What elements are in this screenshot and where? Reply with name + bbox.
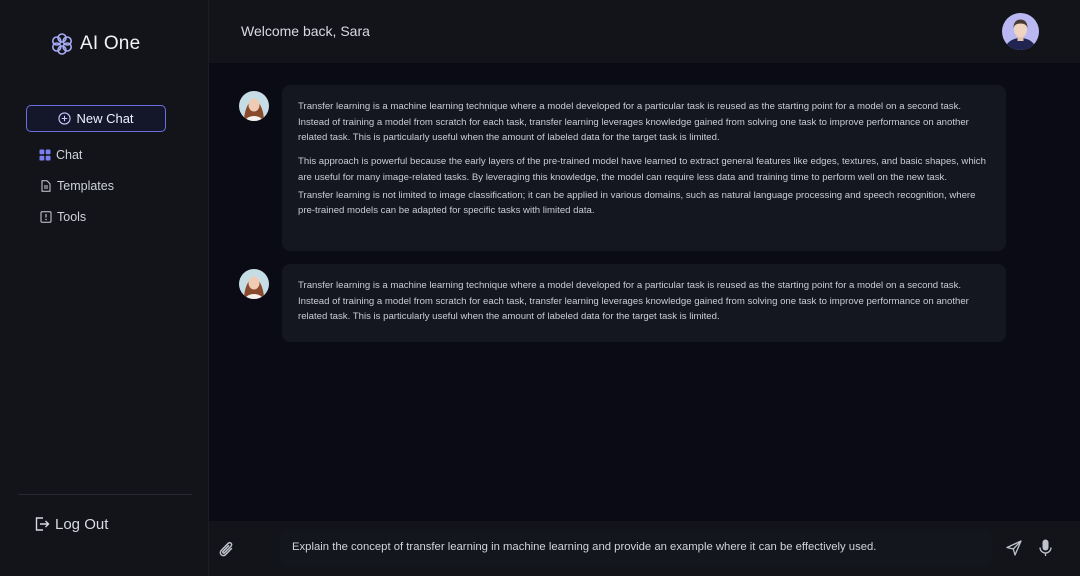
logout-button[interactable]: Log Out xyxy=(34,514,108,534)
app-logo[interactable]: AI One xyxy=(50,30,140,58)
top-header: Welcome back, Sara xyxy=(209,0,1080,63)
sidebar-item-label: Chat xyxy=(56,148,83,162)
welcome-text: Welcome back, Sara xyxy=(241,23,370,39)
document-icon xyxy=(41,180,51,192)
message-paragraph: Transfer learning is a machine learning … xyxy=(298,101,969,144)
profile-avatar[interactable] xyxy=(1002,13,1039,50)
user-avatar-icon xyxy=(239,269,269,299)
sidebar-item-tools[interactable]: Tools xyxy=(40,208,86,226)
tool-icon xyxy=(40,211,52,223)
sidebar-item-label: Templates xyxy=(57,179,114,193)
message-input[interactable]: Explain the concept of transfer learning… xyxy=(280,531,992,567)
flower-logo-icon xyxy=(52,33,73,55)
user-avatar-icon xyxy=(239,91,269,121)
message-bubble: Transfer learning is a machine learning … xyxy=(282,264,1006,342)
message-paragraph: This approach is powerful because the ea… xyxy=(298,156,986,183)
message-paragraph: Transfer learning is not limited to imag… xyxy=(298,189,976,217)
sidebar-item-label: Tools xyxy=(57,210,87,224)
new-chat-button[interactable]: New Chat xyxy=(26,105,166,132)
message-avatar xyxy=(239,269,269,299)
message-bubble: Transfer learning is a machine learning … xyxy=(282,85,1006,251)
logout-label: Log Out xyxy=(55,515,109,533)
composer-bar: Explain the concept of transfer learning… xyxy=(209,521,1080,576)
new-chat-label: New Chat xyxy=(76,111,134,126)
sidebar: AI One New Chat Chat Templates Tools Log… xyxy=(0,0,209,576)
plus-circle-icon xyxy=(58,112,72,125)
send-icon[interactable] xyxy=(1006,540,1022,556)
person-avatar-icon xyxy=(1002,13,1039,50)
grid-icon xyxy=(39,149,51,161)
message-paragraph: Transfer learning is a machine learning … xyxy=(298,280,969,323)
message-avatar xyxy=(239,91,269,121)
app-name: AI One xyxy=(80,33,141,54)
logout-icon xyxy=(35,517,50,531)
sidebar-item-templates[interactable]: Templates xyxy=(40,177,114,195)
paperclip-icon[interactable] xyxy=(218,540,236,560)
sidebar-divider xyxy=(18,494,192,495)
microphone-icon[interactable] xyxy=(1039,539,1052,557)
sidebar-item-chat[interactable]: Chat xyxy=(39,146,82,164)
